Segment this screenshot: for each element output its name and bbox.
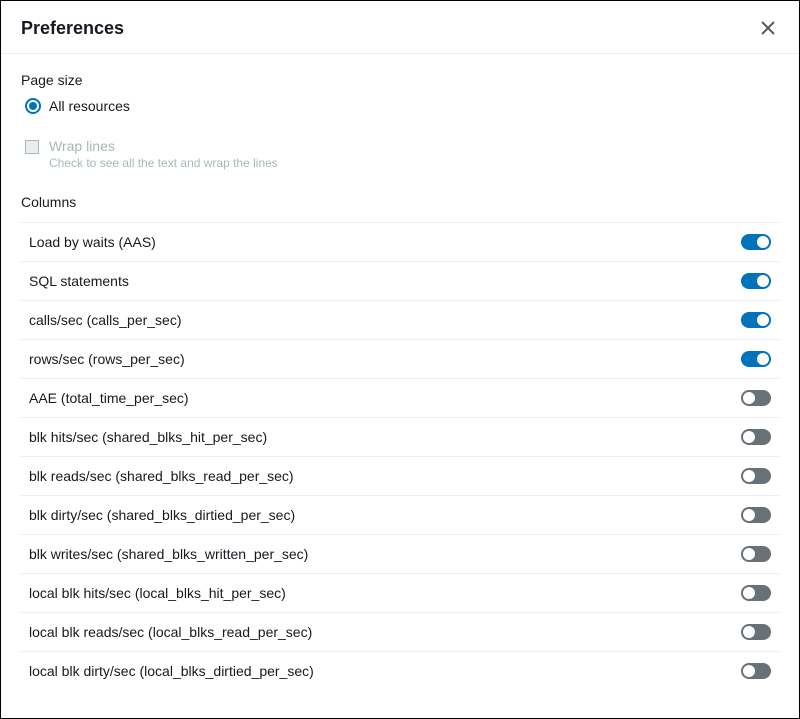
toggle-knob [743,626,755,638]
column-item: blk reads/sec (shared_blks_read_per_sec) [21,456,779,495]
toggle-knob [757,314,769,326]
column-label: AAE (total_time_per_sec) [29,390,189,406]
page-size-label: Page size [21,72,779,88]
column-label: Load by waits (AAS) [29,234,156,250]
radio-selected-indicator [29,102,37,110]
column-toggle[interactable] [741,351,771,367]
column-label: calls/sec (calls_per_sec) [29,312,182,328]
column-item: local blk reads/sec (local_blks_read_per… [21,612,779,651]
toggle-knob [743,470,755,482]
column-label: blk writes/sec (shared_blks_written_per_… [29,546,308,562]
column-label: blk reads/sec (shared_blks_read_per_sec) [29,468,294,484]
toggle-knob [743,665,755,677]
column-item: local blk hits/sec (local_blks_hit_per_s… [21,573,779,612]
column-toggle[interactable] [741,624,771,640]
column-item: blk writes/sec (shared_blks_written_per_… [21,534,779,573]
column-item: calls/sec (calls_per_sec) [21,300,779,339]
toggle-knob [757,353,769,365]
column-label: local blk hits/sec (local_blks_hit_per_s… [29,585,286,601]
toggle-knob [743,587,755,599]
column-item: SQL statements [21,261,779,300]
column-item: local blk dirty/sec (local_blks_dirtied_… [21,651,779,690]
radio-label-all-resources: All resources [49,98,130,114]
wrap-lines-title: Wrap lines [49,138,278,154]
column-toggle[interactable] [741,585,771,601]
columns-list: Load by waits (AAS) SQL statements calls/s… [21,222,779,690]
column-item: blk hits/sec (shared_blks_hit_per_sec) [21,417,779,456]
column-label: rows/sec (rows_per_sec) [29,351,185,367]
column-toggle[interactable] [741,429,771,445]
column-toggle[interactable] [741,468,771,484]
wrap-lines-row: Wrap lines Check to see all the text and… [25,138,779,170]
column-label: local blk reads/sec (local_blks_read_per… [29,624,312,640]
column-toggle[interactable] [741,546,771,562]
dialog-content: Page size All resources Wrap lines Check… [1,54,799,690]
column-item: rows/sec (rows_per_sec) [21,339,779,378]
toggle-knob [743,431,755,443]
wrap-lines-labels: Wrap lines Check to see all the text and… [49,138,278,170]
column-item: Load by waits (AAS) [21,222,779,261]
close-button[interactable] [757,17,779,39]
toggle-knob [757,236,769,248]
toggle-knob [743,548,755,560]
column-label: local blk dirty/sec (local_blks_dirtied_… [29,663,314,679]
column-toggle[interactable] [741,312,771,328]
column-toggle[interactable] [741,663,771,679]
wrap-lines-checkbox [25,140,39,154]
page-size-option-row[interactable]: All resources [25,98,779,114]
column-item: AAE (total_time_per_sec) [21,378,779,417]
column-toggle[interactable] [741,507,771,523]
close-icon [761,21,775,35]
column-toggle[interactable] [741,234,771,250]
wrap-lines-description: Check to see all the text and wrap the l… [49,156,278,170]
dialog-header: Preferences [1,1,799,54]
toggle-knob [743,392,755,404]
column-label: blk hits/sec (shared_blks_hit_per_sec) [29,429,267,445]
column-toggle[interactable] [741,390,771,406]
column-label: blk dirty/sec (shared_blks_dirtied_per_s… [29,507,295,523]
dialog-title: Preferences [21,18,124,39]
columns-section-label: Columns [21,194,779,210]
column-item: blk dirty/sec (shared_blks_dirtied_per_s… [21,495,779,534]
radio-all-resources[interactable] [25,98,41,114]
column-toggle[interactable] [741,273,771,289]
toggle-knob [743,509,755,521]
toggle-knob [757,275,769,287]
column-label: SQL statements [29,273,129,289]
